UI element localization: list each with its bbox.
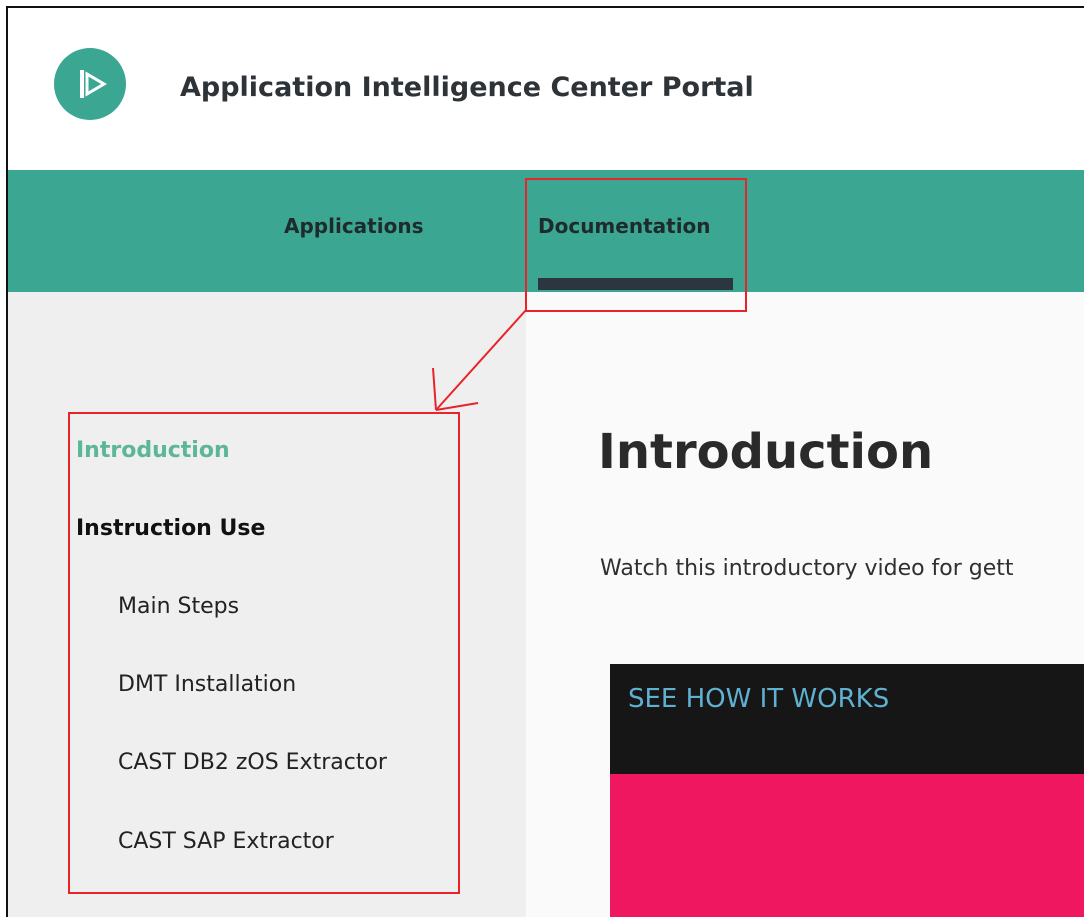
video-header-band: SEE HOW IT WORKS xyxy=(610,664,1084,774)
annotation-box-sidebar xyxy=(68,412,460,894)
site-header: Application Intelligence Center Portal xyxy=(8,8,1084,170)
tab-applications[interactable]: Applications xyxy=(284,214,423,238)
play-logo-icon[interactable] xyxy=(54,48,126,120)
main-content: Introduction Watch this introductory vid… xyxy=(526,292,1084,917)
browser-frame: Application Intelligence Center Portal A… xyxy=(6,6,1084,917)
app-title: Application Intelligence Center Portal xyxy=(180,72,754,103)
video-caption: SEE HOW IT WORKS xyxy=(628,684,890,714)
annotation-box-documentation xyxy=(525,178,747,312)
play-glyph-icon xyxy=(80,70,107,98)
intro-video-player[interactable]: SEE HOW IT WORKS xyxy=(610,664,1084,917)
intro-text: Watch this introductory video for gett xyxy=(600,556,1014,581)
page-title: Introduction xyxy=(598,424,934,480)
video-thumbnail[interactable] xyxy=(610,774,1084,917)
